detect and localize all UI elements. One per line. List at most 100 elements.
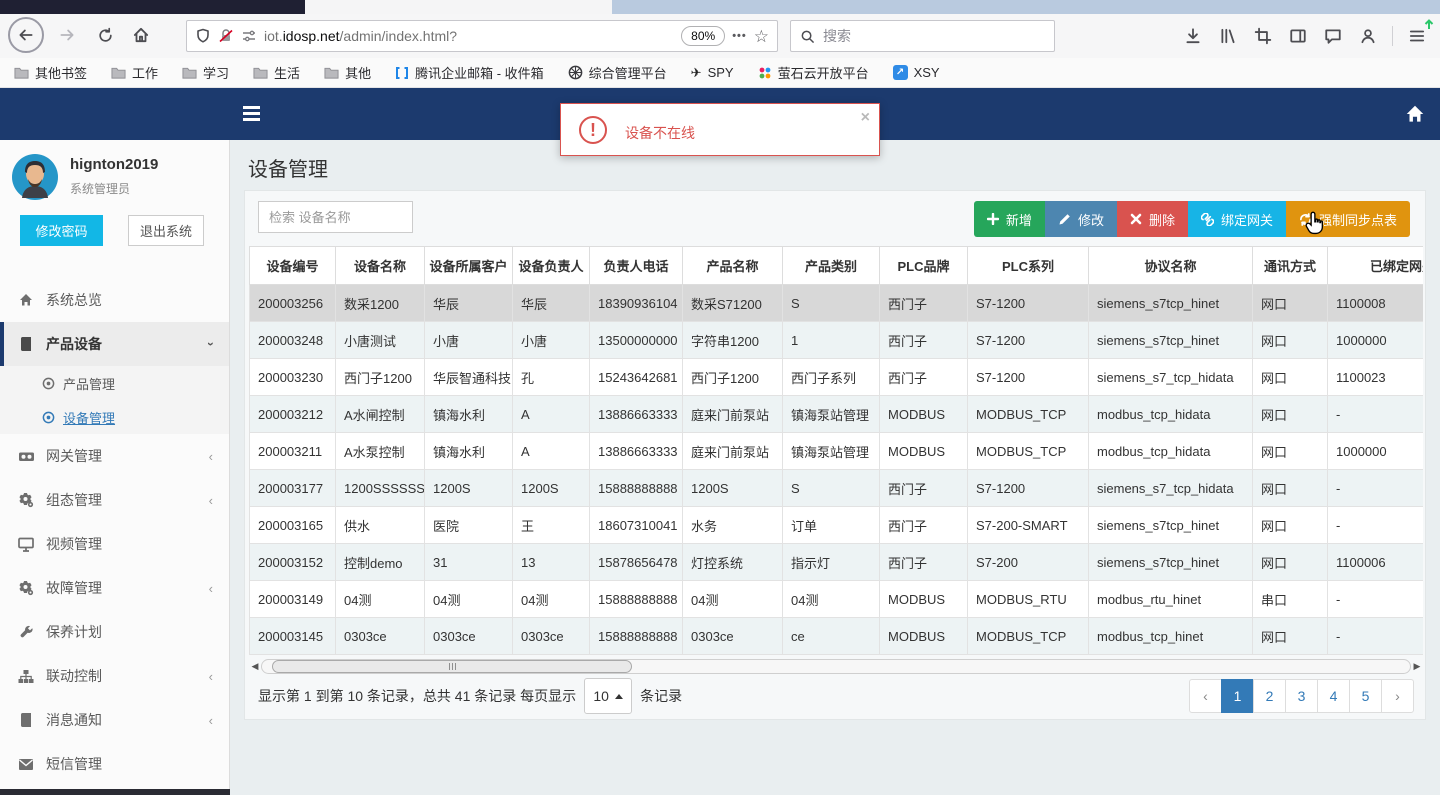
- table-row[interactable]: 200003212 A水闸控制 镇海水利 A 13886663333 庭来门前泵站 镇海泵站…: [249, 395, 1423, 433]
- add-button[interactable]: 新增: [973, 201, 1045, 237]
- column-header[interactable]: 通讯方式: [1252, 246, 1328, 285]
- scroll-right-arrow[interactable]: ▶: [1411, 658, 1423, 675]
- column-header[interactable]: 设备编号: [249, 246, 336, 285]
- menu-item-linkage-control[interactable]: 联动控制 ‹: [0, 654, 229, 698]
- table-row[interactable]: 200003177 1200SSSSSS 1200S 1200S 15888888888…: [249, 469, 1423, 507]
- sidebars-button[interactable]: [1287, 25, 1309, 47]
- menu-item-system-overview[interactable]: 系统总览: [0, 278, 229, 322]
- insecure-lock-icon[interactable]: [218, 28, 234, 44]
- alert-message: 设备不在线: [625, 125, 695, 141]
- edit-button[interactable]: 修改: [1044, 201, 1117, 237]
- table-row[interactable]: 200003256 数采1200 华辰 华辰 18390936104 数采S71200 S 西…: [249, 284, 1423, 322]
- browser-search-bar[interactable]: 搜索: [790, 20, 1055, 52]
- navbar-home-button[interactable]: [1404, 103, 1426, 125]
- page-button[interactable]: 5: [1349, 679, 1382, 713]
- bookmark-folder-work[interactable]: 工作: [111, 63, 158, 82]
- submenu-item-device-management[interactable]: 设备管理: [0, 400, 229, 434]
- table-cell: -: [1327, 617, 1423, 655]
- page-button[interactable]: 3: [1285, 679, 1318, 713]
- device-search-input[interactable]: [258, 201, 413, 233]
- shield-icon[interactable]: [195, 28, 211, 44]
- bookmark-mgmt-platform[interactable]: 综合管理平台: [568, 63, 667, 82]
- scrollbar-track[interactable]: [261, 659, 1411, 674]
- column-header[interactable]: 协议名称: [1088, 246, 1253, 285]
- horizontal-scrollbar[interactable]: ◀ ▶: [249, 658, 1423, 675]
- zoom-level-badge[interactable]: 80%: [681, 26, 726, 46]
- table-row[interactable]: 200003145 0303ce 0303ce 0303ce 15888888888 03…: [249, 617, 1423, 655]
- page-size-dropdown[interactable]: 10: [584, 678, 633, 714]
- sidebar-toggle-button[interactable]: [243, 106, 260, 124]
- column-header[interactable]: 已绑定网关: [1327, 246, 1423, 285]
- avatar[interactable]: [12, 154, 58, 200]
- column-header[interactable]: 设备所属客户: [424, 246, 513, 285]
- menu-item-gateway-management[interactable]: 网关管理 ‹: [0, 434, 229, 478]
- table-row[interactable]: 200003248 小唐测试 小唐 小唐 13500000000 字符串1200 1 西门子 S…: [249, 321, 1423, 359]
- downloads-button[interactable]: [1182, 25, 1204, 47]
- column-header[interactable]: PLC系列: [967, 246, 1089, 285]
- table-cell: 200003145: [249, 617, 336, 655]
- prev-page-button[interactable]: ‹: [1189, 679, 1222, 713]
- bookmark-folder-other[interactable]: 其他书签: [14, 63, 87, 82]
- delete-button[interactable]: 删除: [1116, 201, 1188, 237]
- column-header[interactable]: PLC品牌: [879, 246, 968, 285]
- menu-item-fault-management[interactable]: 故障管理 ‹: [0, 566, 229, 610]
- scroll-left-arrow[interactable]: ◀: [249, 658, 261, 675]
- table-cell: 网口: [1252, 617, 1328, 655]
- username: hignton2019: [70, 156, 159, 173]
- table-row[interactable]: 200003211 A水泵控制 镇海水利 A 13886663333 庭来门前泵站 镇海泵站…: [249, 432, 1423, 470]
- bookmark-folder-life[interactable]: 生活: [253, 63, 300, 82]
- permissions-icon[interactable]: [241, 28, 257, 44]
- pocket-button[interactable]: [1322, 25, 1344, 47]
- page-button[interactable]: 2: [1253, 679, 1286, 713]
- column-header[interactable]: 产品类别: [782, 246, 880, 285]
- active-tab-strip: [0, 0, 305, 14]
- bookmark-xsy[interactable]: ↗ XSY: [892, 65, 940, 80]
- menu-item-product-device[interactable]: 产品设备 ›: [0, 322, 229, 366]
- chevron-left-icon: ‹: [208, 668, 213, 684]
- column-header[interactable]: 设备名称: [335, 246, 425, 285]
- alert-close-icon[interactable]: ×: [861, 109, 870, 127]
- scrollbar-thumb[interactable]: [272, 660, 632, 673]
- table-cell: S: [782, 284, 880, 322]
- bookmark-folder-misc[interactable]: 其他: [324, 63, 371, 82]
- menu-button[interactable]: [1406, 19, 1434, 47]
- menu-item-maintenance-plan[interactable]: 保养计划: [0, 610, 229, 654]
- back-button[interactable]: [8, 17, 44, 53]
- table-cell: 0303ce: [335, 617, 425, 655]
- bind-gateway-button[interactable]: 绑定网关: [1187, 201, 1286, 237]
- menu-item-video-management[interactable]: 视频管理: [0, 522, 229, 566]
- bookmark-yingshi-cloud[interactable]: 萤石云开放平台: [758, 63, 869, 82]
- column-header[interactable]: 产品名称: [682, 246, 783, 285]
- library-button[interactable]: [1217, 25, 1239, 47]
- table-cell: -: [1327, 506, 1423, 544]
- screenshot-button[interactable]: [1252, 25, 1274, 47]
- url-bar[interactable]: iot.idosp.net/admin/index.html? 80% ••• …: [186, 20, 778, 52]
- monitor-icon: [16, 537, 36, 552]
- column-header[interactable]: 设备负责人: [512, 246, 590, 285]
- table-row[interactable]: 200003152 控制demo 31 13 15878656478 灯控系统 指示灯 西门子…: [249, 543, 1423, 581]
- table-row[interactable]: 200003165 供水 医院王 18607310041 水务 订单 西门子 S7-200-S…: [249, 506, 1423, 544]
- next-page-button[interactable]: ›: [1381, 679, 1414, 713]
- page-button[interactable]: 4: [1317, 679, 1350, 713]
- table-row[interactable]: 200003149 04测 04测 04测 15888888888 04测 04测 MODBU…: [249, 580, 1423, 618]
- page-button[interactable]: 1: [1221, 679, 1254, 713]
- change-password-button[interactable]: 修改密码: [20, 215, 103, 246]
- bookmark-folder-study[interactable]: 学习: [182, 63, 229, 82]
- bookmark-star-icon[interactable]: ☆: [754, 28, 769, 45]
- logout-button[interactable]: 退出系统: [128, 215, 204, 246]
- forward-button[interactable]: [54, 22, 80, 48]
- menu-item-config-management[interactable]: 组态管理 ‹: [0, 478, 229, 522]
- column-header[interactable]: 负责人电话: [589, 246, 683, 285]
- account-button[interactable]: [1357, 25, 1379, 47]
- table-row[interactable]: 200003230 西门子1200 华辰智通科技孔 15243642681 西门子120…: [249, 358, 1423, 396]
- page-actions-icon[interactable]: •••: [732, 30, 747, 42]
- table-cell: 200003211: [249, 432, 336, 470]
- bookmark-tencent-mail[interactable]: 腾讯企业邮箱 - 收件箱: [395, 63, 544, 82]
- menu-item-sms-management[interactable]: 短信管理: [0, 742, 229, 786]
- home-button[interactable]: [128, 22, 154, 48]
- bookmark-spy[interactable]: ✈ SPY: [691, 65, 734, 81]
- reload-button[interactable]: [92, 22, 118, 48]
- table-cell: 0303ce: [424, 617, 513, 655]
- submenu-item-product-management[interactable]: 产品管理: [0, 366, 229, 400]
- menu-item-message-notify[interactable]: 消息通知 ‹: [0, 698, 229, 742]
